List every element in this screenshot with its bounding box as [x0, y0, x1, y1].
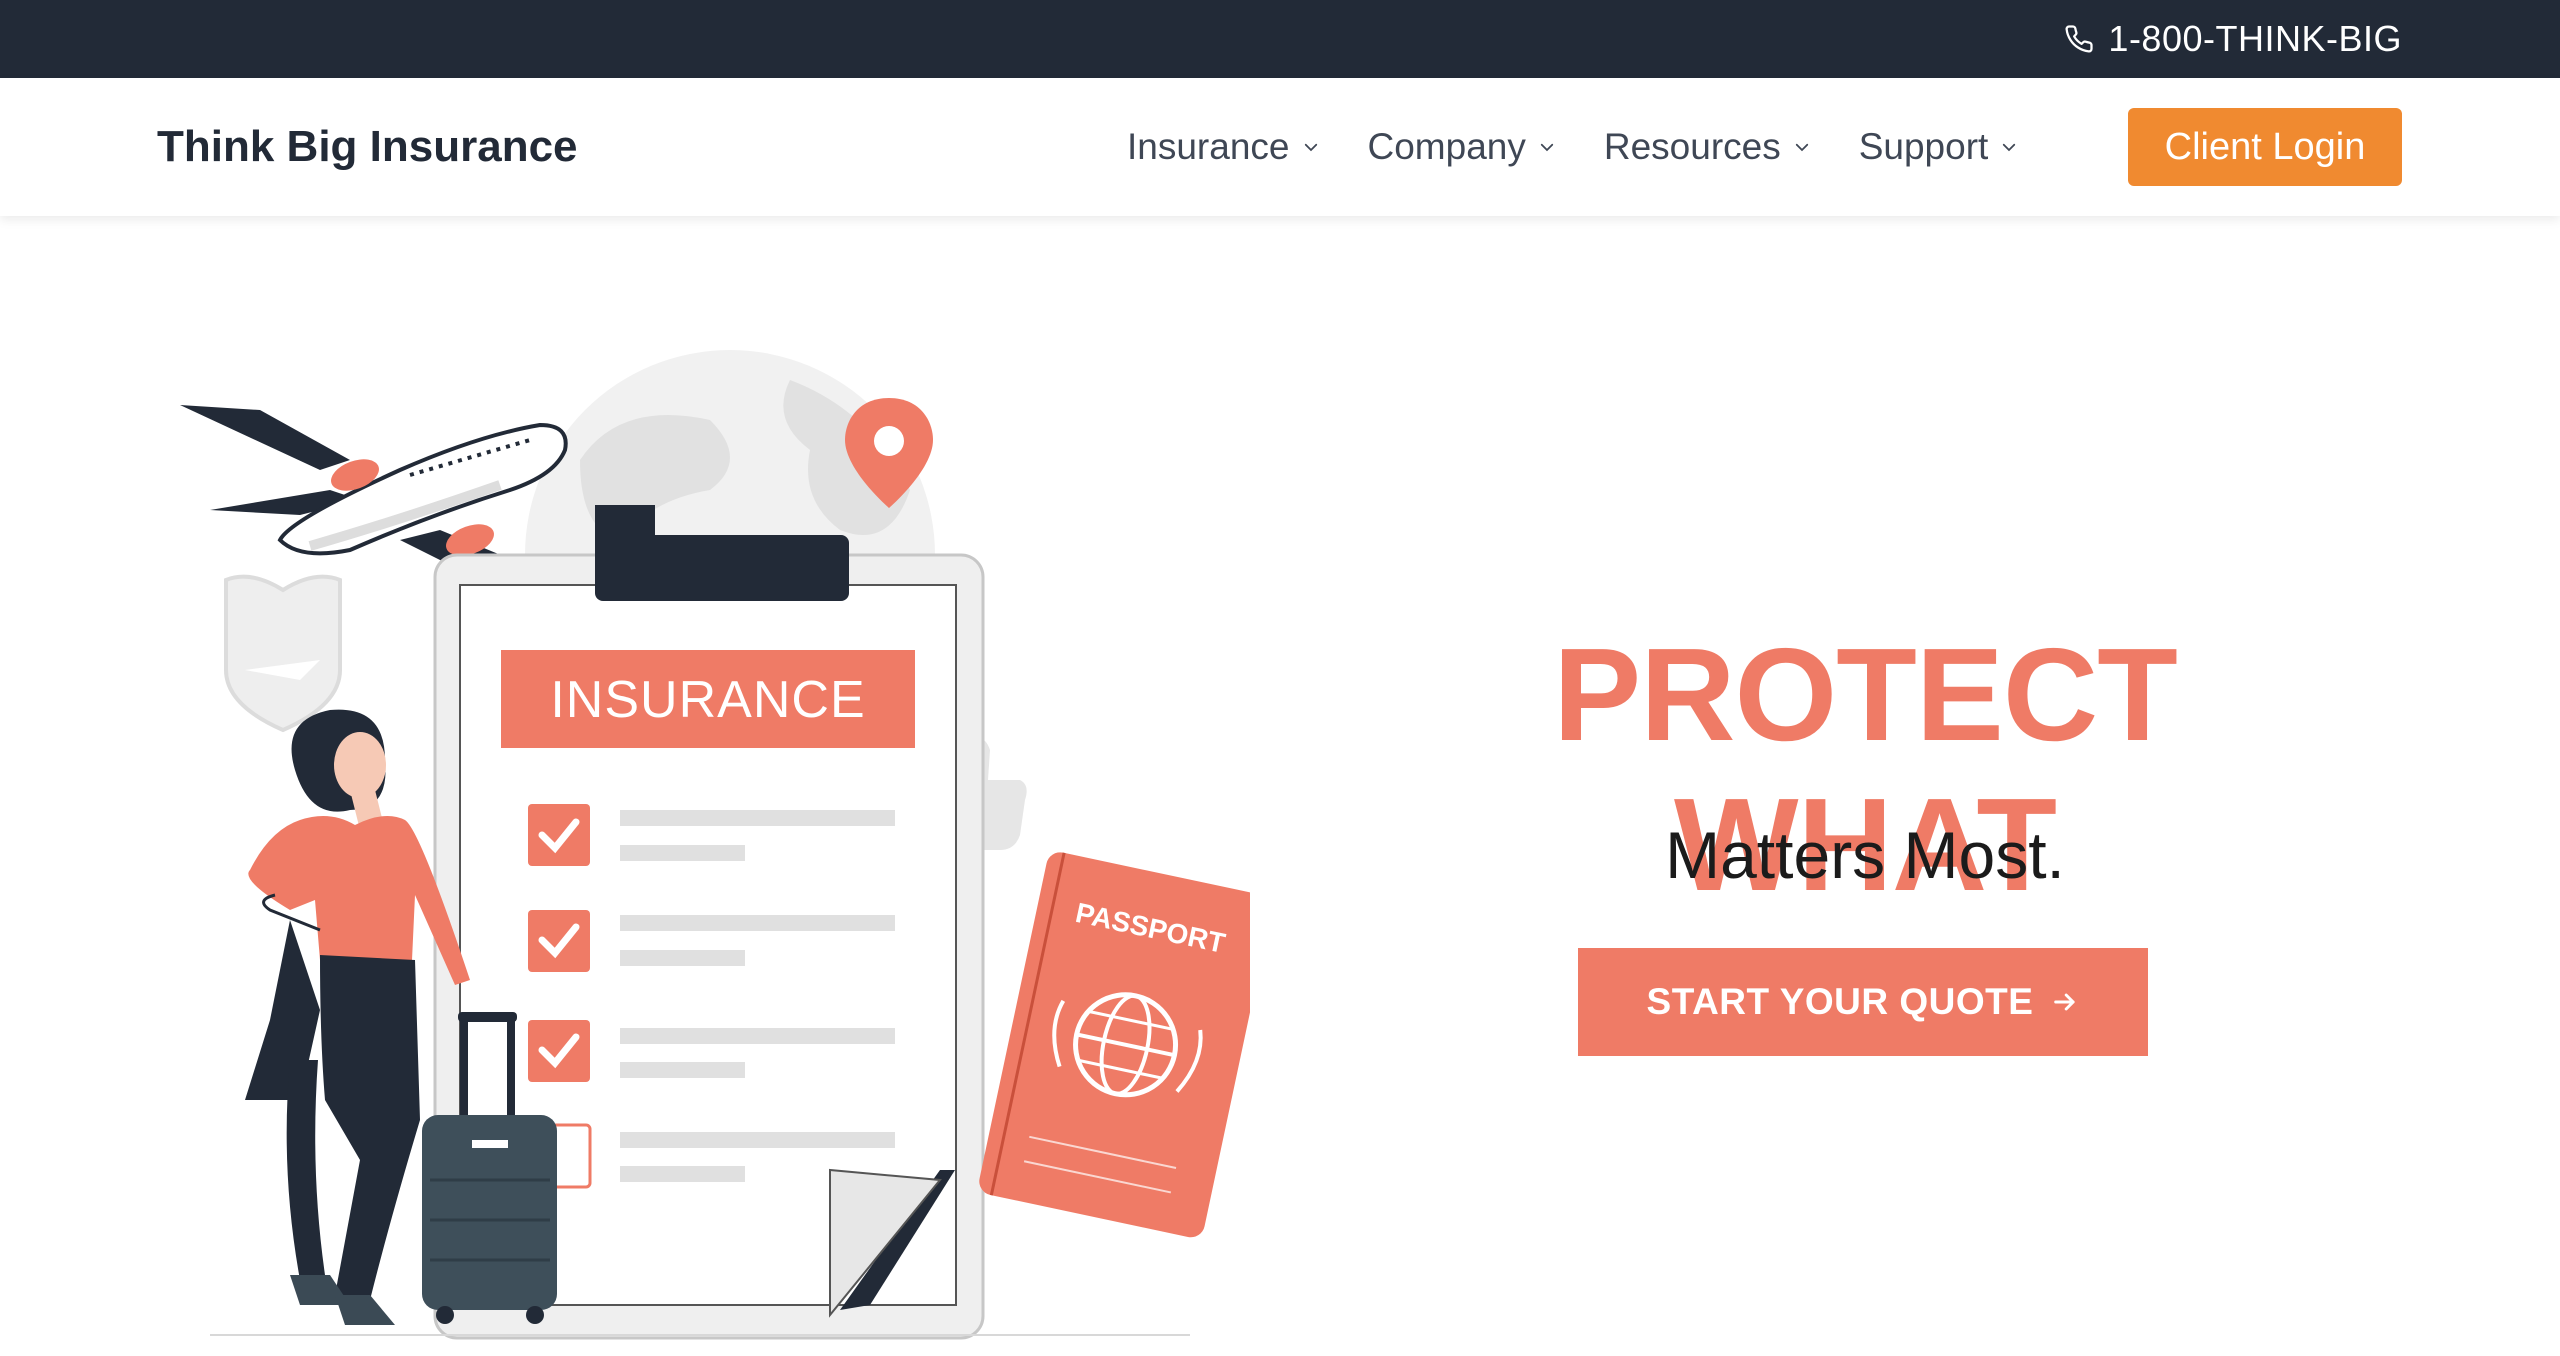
- clipboard-title: INSURANCE: [550, 671, 865, 729]
- phone-link[interactable]: 1-800-THINK-BIG: [2064, 0, 2402, 78]
- brand-logo[interactable]: Think Big Insurance: [157, 78, 578, 216]
- chevron-down-icon: [1304, 143, 1317, 152]
- nav-item-label: Insurance: [1127, 126, 1290, 167]
- shield-icon: [224, 574, 342, 733]
- chevron-down-icon: [2003, 143, 2016, 152]
- top-bar: 1-800-THINK-BIG: [0, 0, 2560, 78]
- nav-item-label: Company: [1367, 126, 1526, 167]
- main-nav: Insurance Company Resources Support: [1127, 78, 2066, 216]
- nav-item-label: Resources: [1603, 126, 1781, 167]
- passport-icon: PASSPORT: [979, 852, 1250, 1238]
- client-login-button[interactable]: Client Login: [2128, 108, 2402, 186]
- main-header: Think Big Insurance Insurance Company Re…: [0, 78, 2560, 216]
- nav-item-resources[interactable]: Resources: [1604, 126, 1811, 168]
- hero-subheadline: Matters Most.: [1665, 818, 2065, 892]
- chevron-down-icon: [1795, 143, 1808, 152]
- start-quote-label: START YOUR QUOTE: [1646, 981, 2034, 1022]
- nav-item-company[interactable]: Company: [1368, 126, 1556, 168]
- nav-item-support[interactable]: Support: [1859, 126, 2019, 168]
- nav-item-insurance[interactable]: Insurance: [1127, 126, 1320, 168]
- arrow-right-icon: [2054, 993, 2076, 1011]
- phone-icon: [2065, 25, 2094, 53]
- travel-insurance-illustration: INSURANCE PASSPORT: [180, 350, 1250, 1340]
- nav-item-label: Support: [1858, 126, 1989, 167]
- chevron-down-icon: [1540, 143, 1554, 152]
- phone-number: 1-800-THINK-BIG: [2108, 18, 2402, 59]
- start-quote-button[interactable]: START YOUR QUOTE: [1578, 948, 2148, 1056]
